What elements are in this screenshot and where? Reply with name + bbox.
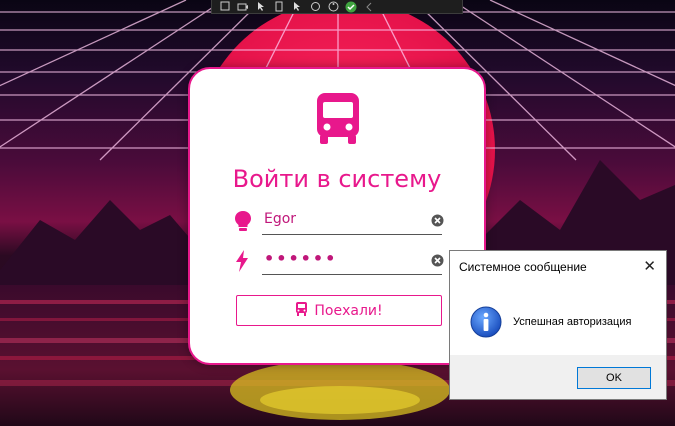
info-icon [470, 306, 502, 343]
password-field[interactable]: •••••• [236, 249, 444, 275]
password-value: •••••• [264, 249, 338, 268]
login-card: Войти в систему Egor •••••• Поехали! [188, 67, 486, 365]
clear-circle-icon[interactable] [431, 252, 444, 271]
frame-icon[interactable] [272, 1, 286, 13]
username-underline [262, 234, 442, 235]
username-value: Egor [264, 211, 297, 227]
message-dialog: Системное сообщение ✕ Успешная авторизац… [449, 250, 667, 400]
layers-icon[interactable] [308, 1, 322, 13]
dialog-title: Системное сообщение [459, 260, 587, 274]
pointer-select-icon[interactable] [290, 1, 304, 13]
select-element-icon[interactable] [218, 1, 232, 13]
password-underline [262, 274, 442, 275]
submit-label: Поехали! [314, 302, 383, 319]
bus-icon [315, 93, 361, 149]
ok-button[interactable]: OK [577, 367, 651, 389]
camera-icon[interactable] [236, 1, 250, 13]
username-field[interactable]: Egor [235, 209, 444, 235]
lightning-icon [234, 250, 250, 276]
pointer-icon[interactable] [254, 1, 268, 13]
submit-button[interactable]: Поехали! [236, 295, 442, 326]
ok-label: OK [606, 372, 622, 384]
accessibility-icon[interactable] [326, 1, 340, 13]
dialog-message: Успешная авторизация [513, 316, 632, 328]
login-title: Войти в систему [232, 165, 442, 193]
collapse-chevron-icon[interactable] [362, 1, 376, 13]
clear-circle-icon[interactable] [431, 212, 444, 231]
check-ok-icon[interactable] [344, 1, 358, 13]
debug-toolbar [211, 0, 463, 14]
bus-small-icon [295, 301, 308, 320]
close-icon[interactable]: ✕ [643, 257, 656, 275]
lightbulb-icon [234, 210, 252, 236]
